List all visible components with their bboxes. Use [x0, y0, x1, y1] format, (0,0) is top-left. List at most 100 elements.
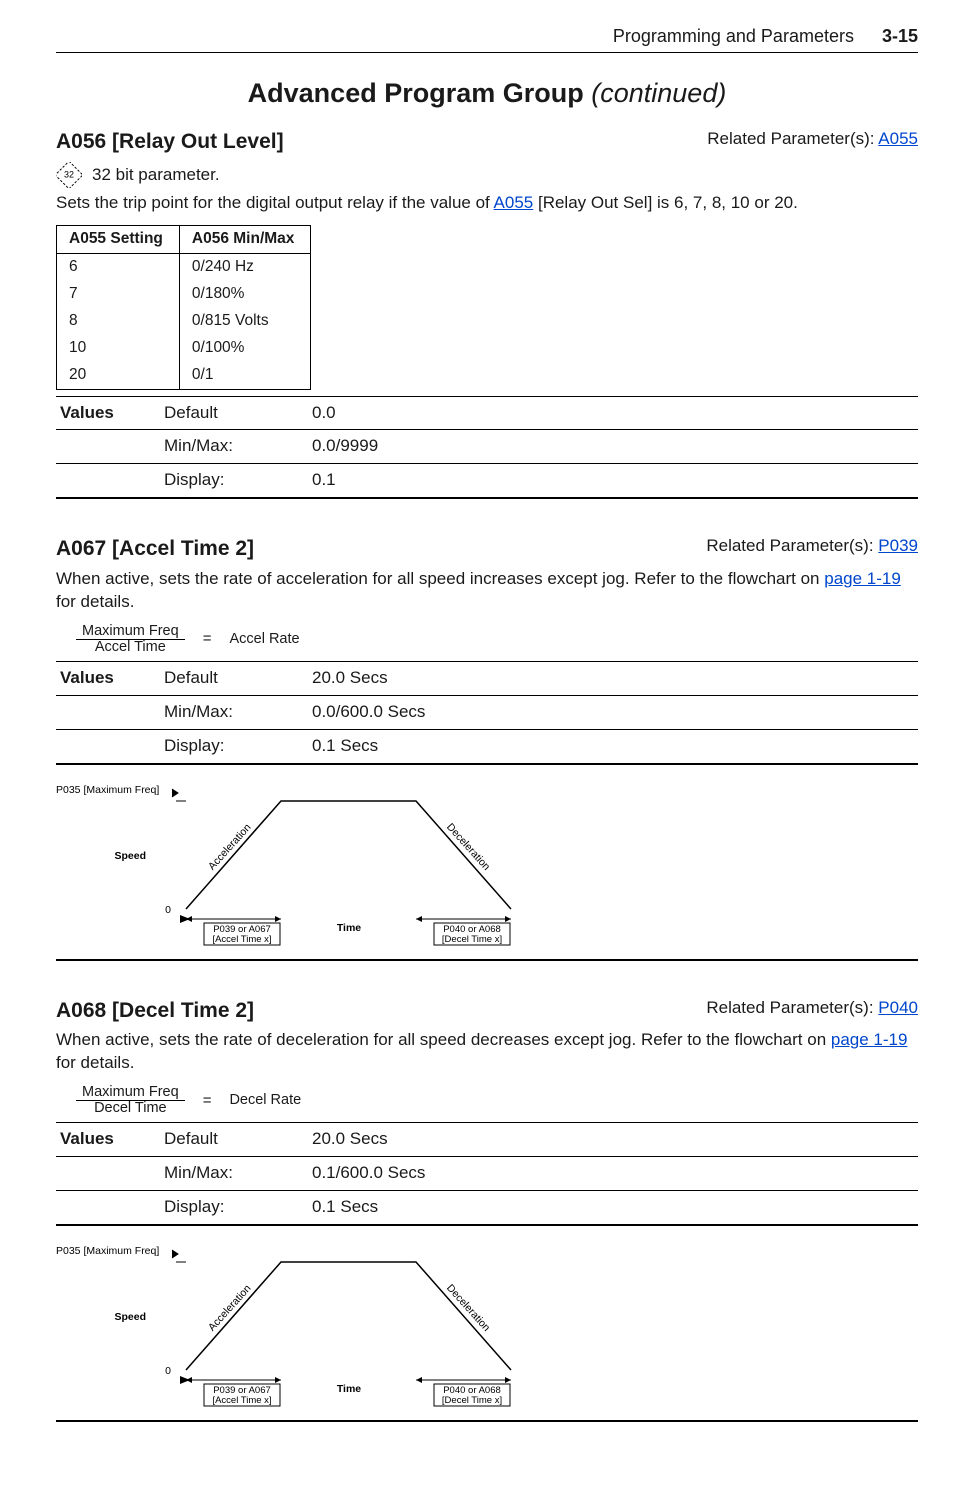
chart1-time: Time	[337, 922, 361, 934]
a067-values-label: Values	[56, 662, 160, 696]
section-heading: Advanced Program Group (continued)	[56, 75, 918, 111]
a056-heading: A056 [Relay Out Level]	[56, 128, 284, 156]
a056-values-k0: Default	[160, 396, 308, 430]
a067-heading: A067 [Accel Time 2]	[56, 535, 254, 563]
a067-frac-top: Maximum Freq	[76, 624, 185, 640]
chart1-accel: Acceleration	[206, 821, 254, 872]
a068-values-k2: Display:	[160, 1191, 308, 1225]
a068-equation: Maximum Freq Decel Time = Decel Rate	[76, 1085, 918, 1116]
a068-related: Related Parameter(s): P040	[706, 997, 918, 1020]
a056-head: A056 [Relay Out Level] Related Parameter…	[56, 128, 918, 156]
a056-row4-c0: 20	[57, 362, 180, 389]
a068-desc: When active, sets the rate of decelerati…	[56, 1029, 918, 1075]
a067-desc-pre: When active, sets the rate of accelerati…	[56, 569, 824, 588]
a056-th-minmax: A056 Min/Max	[179, 226, 311, 254]
chart1-rightbox-bot: [Decel Time x]	[442, 934, 502, 945]
a056-row2-c0: 8	[57, 308, 180, 335]
a056-desc-pre: Sets the trip point for the digital outp…	[56, 193, 494, 212]
a056-values-v2: 0.1	[308, 464, 918, 498]
a056-bit32-text: 32 bit parameter.	[92, 164, 220, 187]
a068-values-v0: 20.0 Secs	[308, 1123, 918, 1157]
chart2-ytop: P035 [Maximum Freq]	[56, 1245, 159, 1257]
section-title: Advanced Program Group	[248, 78, 584, 108]
chart2-zero: 0	[165, 1365, 171, 1377]
a067-chart: P035 [Maximum Freq] 0 Speed Acceleration…	[56, 779, 918, 961]
a068-fraction: Maximum Freq Decel Time	[76, 1085, 185, 1116]
a068-desc-post: for details.	[56, 1053, 134, 1072]
a056-related-link[interactable]: A055	[878, 129, 918, 148]
a056-bit32-line: 32 32 bit parameter.	[56, 162, 918, 188]
a067-values-v2: 0.1 Secs	[308, 729, 918, 763]
a067-rhs: Accel Rate	[229, 630, 299, 650]
a067-values-v1: 0.0/600.0 Secs	[308, 695, 918, 729]
a056-row2-c1: 0/815 Volts	[179, 308, 311, 335]
a068-desc-link[interactable]: page 1-19	[831, 1030, 908, 1049]
a068-desc-pre: When active, sets the rate of decelerati…	[56, 1030, 831, 1049]
chart2-decel: Deceleration	[444, 1282, 492, 1334]
a056-desc-link[interactable]: A055	[494, 193, 534, 212]
a067-frac-bot: Accel Time	[89, 640, 172, 655]
chart1-ytop: P035 [Maximum Freq]	[56, 784, 159, 796]
page: Programming and Parameters 3-15 Advanced…	[0, 0, 954, 1487]
a056-row0-c1: 0/240 Hz	[179, 253, 311, 280]
chart2-rightbox-bot: [Decel Time x]	[442, 1395, 502, 1406]
a068-frac-bot: Decel Time	[88, 1101, 173, 1116]
a068-values-table: Values Default 20.0 Secs Min/Max: 0.1/60…	[56, 1122, 918, 1226]
a056-values-table: Values Default 0.0 Min/Max: 0.0/9999 Dis…	[56, 396, 918, 500]
a056-values-v0: 0.0	[308, 396, 918, 430]
chart1-zero: 0	[165, 904, 171, 916]
a056-related: Related Parameter(s): A055	[707, 128, 918, 151]
header-title: Programming and Parameters	[613, 24, 854, 48]
a067-related-link[interactable]: P039	[878, 536, 918, 555]
chart1-leftbox-bot: [Accel Time x]	[212, 934, 271, 945]
a067-related-label: Related Parameter(s):	[706, 536, 878, 555]
a056-values-k1: Min/Max:	[160, 430, 308, 464]
running-header: Programming and Parameters 3-15	[56, 24, 918, 53]
bit32-icon: 32	[56, 162, 82, 188]
a056-related-label: Related Parameter(s):	[707, 129, 878, 148]
chart2-leftbox-bot: [Accel Time x]	[212, 1395, 271, 1406]
a056-values-k2: Display:	[160, 464, 308, 498]
a056-row1-c0: 7	[57, 281, 180, 308]
a056-row3-c0: 10	[57, 335, 180, 362]
a056-values-label: Values	[56, 396, 160, 430]
a068-values-k0: Default	[160, 1123, 308, 1157]
a068-head: A068 [Decel Time 2] Related Parameter(s)…	[56, 997, 918, 1025]
chart1-decel: Deceleration	[444, 821, 492, 873]
a068-chart: P035 [Maximum Freq] 0 Speed Acceleration…	[56, 1240, 918, 1422]
a067-equation: Maximum Freq Accel Time = Accel Rate	[76, 624, 918, 655]
chart2-time: Time	[337, 1383, 361, 1395]
a056-values-v1: 0.0/9999	[308, 430, 918, 464]
a067-related: Related Parameter(s): P039	[706, 535, 918, 558]
header-page: 3-15	[882, 24, 918, 48]
a056-setting-table: A055 Setting A056 Min/Max 60/240 Hz 70/1…	[56, 225, 311, 390]
equals-sign: =	[203, 629, 212, 649]
a067-desc-link[interactable]: page 1-19	[824, 569, 901, 588]
a056-row0-c0: 6	[57, 253, 180, 280]
a056-row4-c1: 0/1	[179, 362, 311, 389]
a068-related-label: Related Parameter(s):	[706, 998, 878, 1017]
a068-values-k1: Min/Max:	[160, 1157, 308, 1191]
a068-values-v2: 0.1 Secs	[308, 1191, 918, 1225]
a056-row3-c1: 0/100%	[179, 335, 311, 362]
a068-values-label: Values	[56, 1123, 160, 1157]
a067-head: A067 [Accel Time 2] Related Parameter(s)…	[56, 535, 918, 563]
a067-values-k1: Min/Max:	[160, 695, 308, 729]
chart2-accel: Acceleration	[206, 1283, 254, 1334]
a068-values-v1: 0.1/600.0 Secs	[308, 1157, 918, 1191]
a068-rhs: Decel Rate	[229, 1091, 301, 1111]
a068-frac-top: Maximum Freq	[76, 1085, 185, 1101]
chart1-speed: Speed	[114, 850, 146, 862]
a067-desc-post: for details.	[56, 592, 134, 611]
svg-text:32: 32	[64, 170, 74, 180]
a067-fraction: Maximum Freq Accel Time	[76, 624, 185, 655]
chart2-speed: Speed	[114, 1311, 146, 1323]
a068-related-link[interactable]: P040	[878, 998, 918, 1017]
a056-desc-post: [Relay Out Sel] is 6, 7, 8, 10 or 20.	[533, 193, 798, 212]
a067-values-v0: 20.0 Secs	[308, 662, 918, 696]
a056-row1-c1: 0/180%	[179, 281, 311, 308]
a056-desc: Sets the trip point for the digital outp…	[56, 192, 918, 215]
section-continued: (continued)	[591, 78, 726, 108]
a067-values-table: Values Default 20.0 Secs Min/Max: 0.0/60…	[56, 661, 918, 765]
a056-th-setting: A055 Setting	[57, 226, 180, 254]
